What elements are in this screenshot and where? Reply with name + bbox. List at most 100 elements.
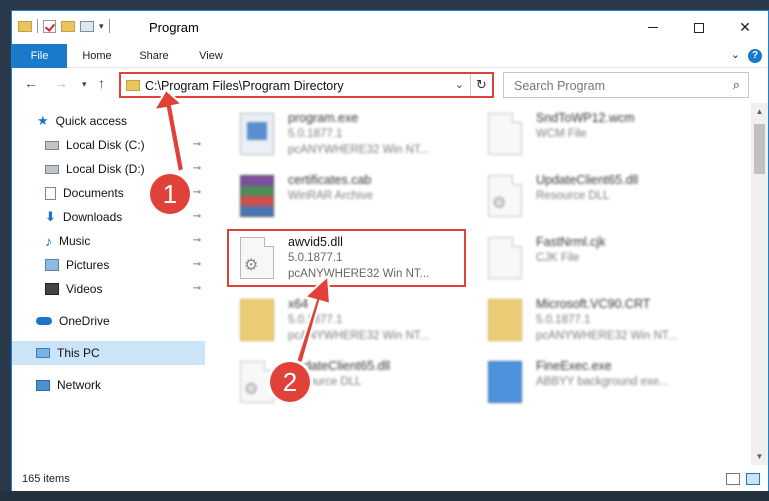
sidebar-item-label: Music — [59, 234, 91, 248]
sidebar-item-music[interactable]: ♪ Music ⊸ — [12, 229, 205, 253]
sidebar-item-label: This PC — [57, 346, 100, 360]
sidebar-item-network[interactable]: Network — [12, 373, 205, 397]
maximize-button[interactable] — [676, 11, 722, 44]
sidebar-item-label: Pictures — [66, 258, 110, 272]
quick-access-toolbar: ▾ — [18, 19, 110, 33]
file-detail: WinRAR Archive — [288, 190, 373, 202]
file-tile[interactable]: UpdateClient65.dll Resource DLL — [230, 355, 470, 413]
file-tile[interactable]: UpdateClient65.dll Resource DLL — [478, 169, 718, 227]
vertical-scrollbar[interactable]: ▲ ▼ — [751, 103, 768, 465]
scroll-down-icon[interactable]: ▼ — [751, 448, 768, 465]
search-icon[interactable]: ⌕ — [733, 77, 740, 93]
search-input[interactable]: Search Program ⌕ — [503, 72, 749, 98]
sidebar-item-pictures[interactable]: Pictures ⊸ — [12, 253, 205, 277]
address-bar[interactable]: C:\Program Files\Program Directory ⌄ ↻ — [119, 72, 494, 98]
file-icon — [488, 237, 522, 279]
file-name: UpdateClient65.dll — [536, 173, 639, 187]
pin-icon[interactable]: ⊸ — [193, 187, 201, 198]
close-button[interactable]: ✕ — [722, 11, 768, 44]
sidebar-item-onedrive[interactable]: OneDrive — [12, 309, 205, 333]
pin-icon[interactable]: ⊸ — [193, 163, 201, 174]
file-detail: Resource DLL — [536, 190, 610, 202]
file-tile[interactable]: FastNrml.cjk CJK File — [478, 231, 718, 289]
sidebar-item-local-disk-c[interactable]: Local Disk (C:) ⊸ — [12, 133, 205, 157]
downloads-icon: ⬇ — [45, 209, 56, 224]
file-name: x64 — [288, 297, 309, 311]
fineexec-icon — [488, 361, 522, 403]
chevron-down-icon[interactable]: ⌄ — [455, 78, 464, 91]
file-detail: WCM File — [536, 128, 587, 140]
refresh-button[interactable]: ↻ — [470, 74, 492, 96]
file-tile[interactable]: FineExec.exe ABBYY background exe... — [478, 355, 718, 413]
file-detail: pcANYWHERE32 Win NT... — [536, 330, 678, 342]
rename-icon[interactable] — [80, 20, 94, 32]
file-tile[interactable]: certificates.cab WinRAR Archive — [230, 169, 470, 227]
desktop-background — [0, 491, 769, 501]
videos-icon — [45, 283, 59, 295]
tab-file[interactable]: File — [12, 44, 67, 68]
sidebar-item-label: Quick access — [55, 114, 128, 128]
new-folder-icon[interactable] — [61, 20, 75, 32]
pin-icon[interactable]: ⊸ — [193, 259, 201, 270]
folder-icon — [240, 299, 274, 341]
sidebar-item-videos[interactable]: Videos ⊸ — [12, 277, 205, 301]
file-name: program.exe — [288, 111, 359, 125]
file-tile[interactable]: SndToWP12.wcm WCM File — [478, 107, 718, 165]
file-name: SndToWP12.wcm — [536, 111, 635, 125]
onedrive-icon — [36, 317, 52, 325]
back-button[interactable]: ← — [24, 75, 38, 91]
file-tile[interactable]: x64 5.0.1877.1 pcANYWHERE32 Win NT... — [230, 293, 470, 351]
tab-view[interactable]: View — [189, 44, 233, 68]
tab-share[interactable]: Share — [132, 44, 176, 68]
file-detail: 5.0.1877.1 — [536, 314, 591, 326]
documents-icon — [45, 186, 56, 200]
window-title: Program — [149, 20, 199, 35]
tab-home[interactable]: Home — [75, 44, 119, 68]
step-marker-1: 1 — [150, 174, 190, 214]
pictures-icon — [45, 259, 59, 271]
up-button[interactable]: ↑ — [98, 75, 105, 91]
details-view-icon[interactable] — [726, 473, 740, 485]
recent-locations-button[interactable]: ▾ — [82, 79, 87, 90]
address-path[interactable]: C:\Program Files\Program Directory — [145, 79, 344, 93]
scroll-up-icon[interactable]: ▲ — [751, 103, 768, 120]
scrollbar-thumb[interactable] — [754, 124, 765, 174]
tiles-view-icon[interactable] — [746, 473, 760, 485]
pin-icon[interactable]: ⊸ — [193, 283, 201, 294]
sidebar-item-label: Documents — [63, 186, 124, 200]
view-switcher — [726, 473, 760, 485]
sidebar-item-quick-access[interactable]: ★ Quick access — [12, 109, 205, 133]
forward-button[interactable]: → — [54, 75, 68, 91]
file-tile[interactable]: Microsoft.VC90.CRT 5.0.1877.1 pcANYWHERE… — [478, 293, 718, 351]
pin-icon[interactable]: ⊸ — [193, 139, 201, 150]
chevron-down-icon[interactable]: ⌄ — [731, 48, 740, 61]
search-placeholder: Search Program — [514, 79, 606, 93]
file-detail: CJK File — [536, 252, 580, 264]
file-icon — [488, 113, 522, 155]
close-icon: ✕ — [739, 19, 751, 35]
file-detail: 5.0.1877.1 — [288, 314, 343, 326]
separator — [37, 19, 38, 33]
pin-icon[interactable]: ⊸ — [193, 211, 201, 222]
sidebar-item-this-pc[interactable]: This PC — [12, 341, 205, 365]
highlight-box — [227, 229, 466, 287]
file-name: FastNrml.cjk — [536, 235, 606, 249]
folder-icon — [18, 20, 32, 32]
network-icon — [36, 379, 50, 391]
pin-icon[interactable]: ⊸ — [193, 235, 201, 246]
file-tile[interactable]: program.exe 5.0.1877.1 pcANYWHERE32 Win … — [230, 107, 470, 165]
step-marker-2: 2 — [270, 362, 310, 402]
minimize-button[interactable] — [630, 11, 676, 44]
customize-qat-icon[interactable]: ▾ — [99, 21, 104, 32]
item-count: 165 items — [22, 473, 70, 485]
navigation-bar: ← → ▾ ↑ C:\Program Files\Program Directo… — [12, 69, 768, 101]
file-name: certificates.cab — [288, 173, 372, 187]
title-bar: ▾ Program ✕ — [12, 11, 768, 44]
properties-icon[interactable] — [43, 19, 56, 33]
navigation-pane: ★ Quick access Local Disk (C:) ⊸ Local D… — [12, 103, 205, 465]
help-icon[interactable]: ? — [748, 49, 762, 63]
winrar-icon — [240, 175, 274, 217]
status-bar: 165 items — [12, 468, 768, 491]
exe-icon — [240, 113, 274, 155]
file-detail: 5.0.1877.1 — [288, 128, 343, 140]
